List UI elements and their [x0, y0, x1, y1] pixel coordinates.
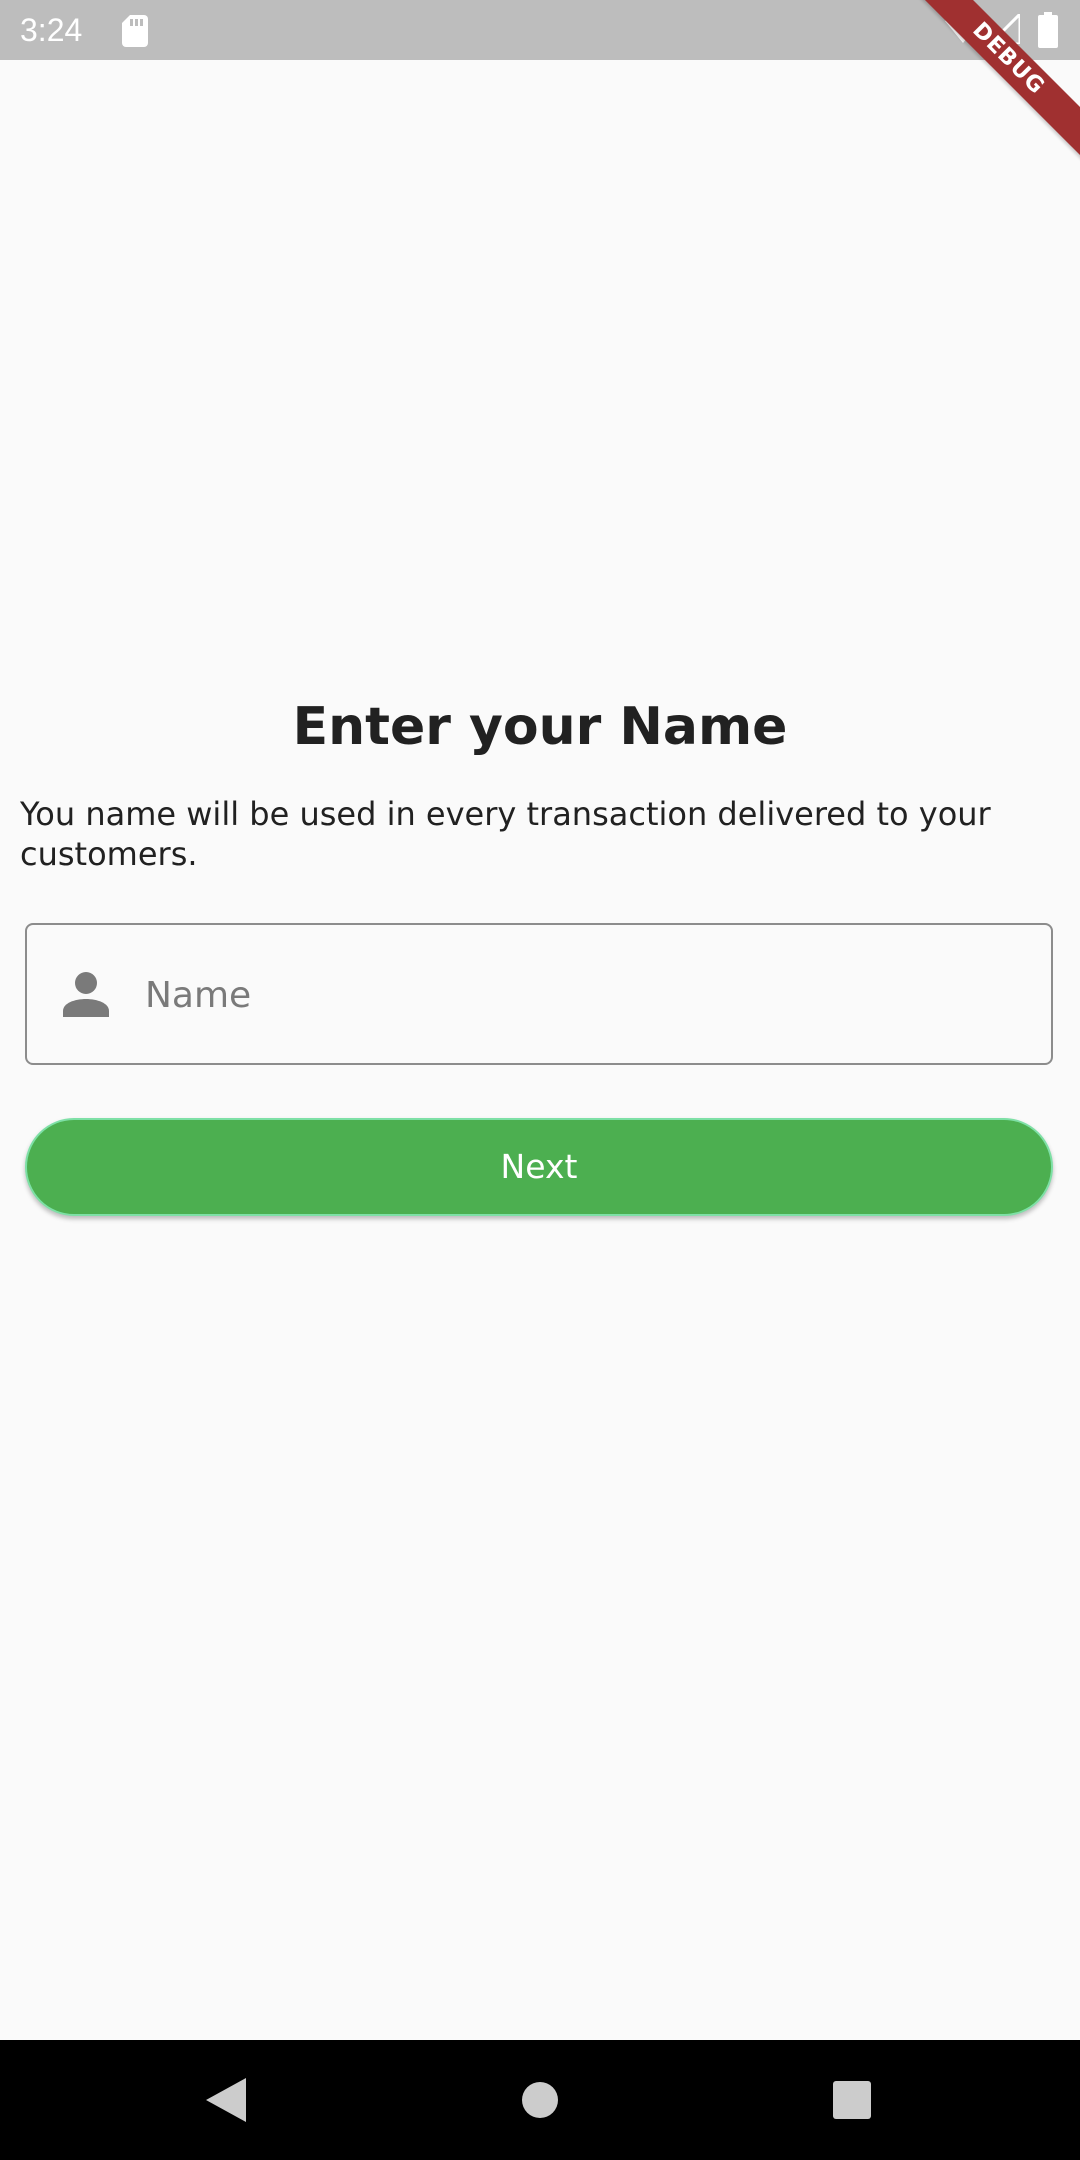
next-button[interactable]: Next — [25, 1118, 1053, 1216]
navigation-bar — [0, 2040, 1080, 2160]
name-input[interactable] — [145, 953, 1025, 1037]
person-icon — [63, 972, 109, 1017]
status-time: 3:24 — [20, 12, 83, 48]
home-icon[interactable] — [521, 2081, 559, 2119]
back-icon[interactable] — [206, 2078, 246, 2122]
app-screen: 3:24 DEBUG Enter your Name You name will… — [0, 0, 1080, 2160]
status-bar: 3:24 — [0, 0, 1080, 60]
battery-icon — [1038, 12, 1058, 48]
name-field[interactable] — [25, 923, 1053, 1065]
recents-icon[interactable] — [833, 2081, 871, 2119]
sd-card-icon — [122, 15, 148, 47]
page-description: You name will be used in every transacti… — [20, 795, 991, 873]
page-title: Enter your Name — [292, 697, 788, 757]
